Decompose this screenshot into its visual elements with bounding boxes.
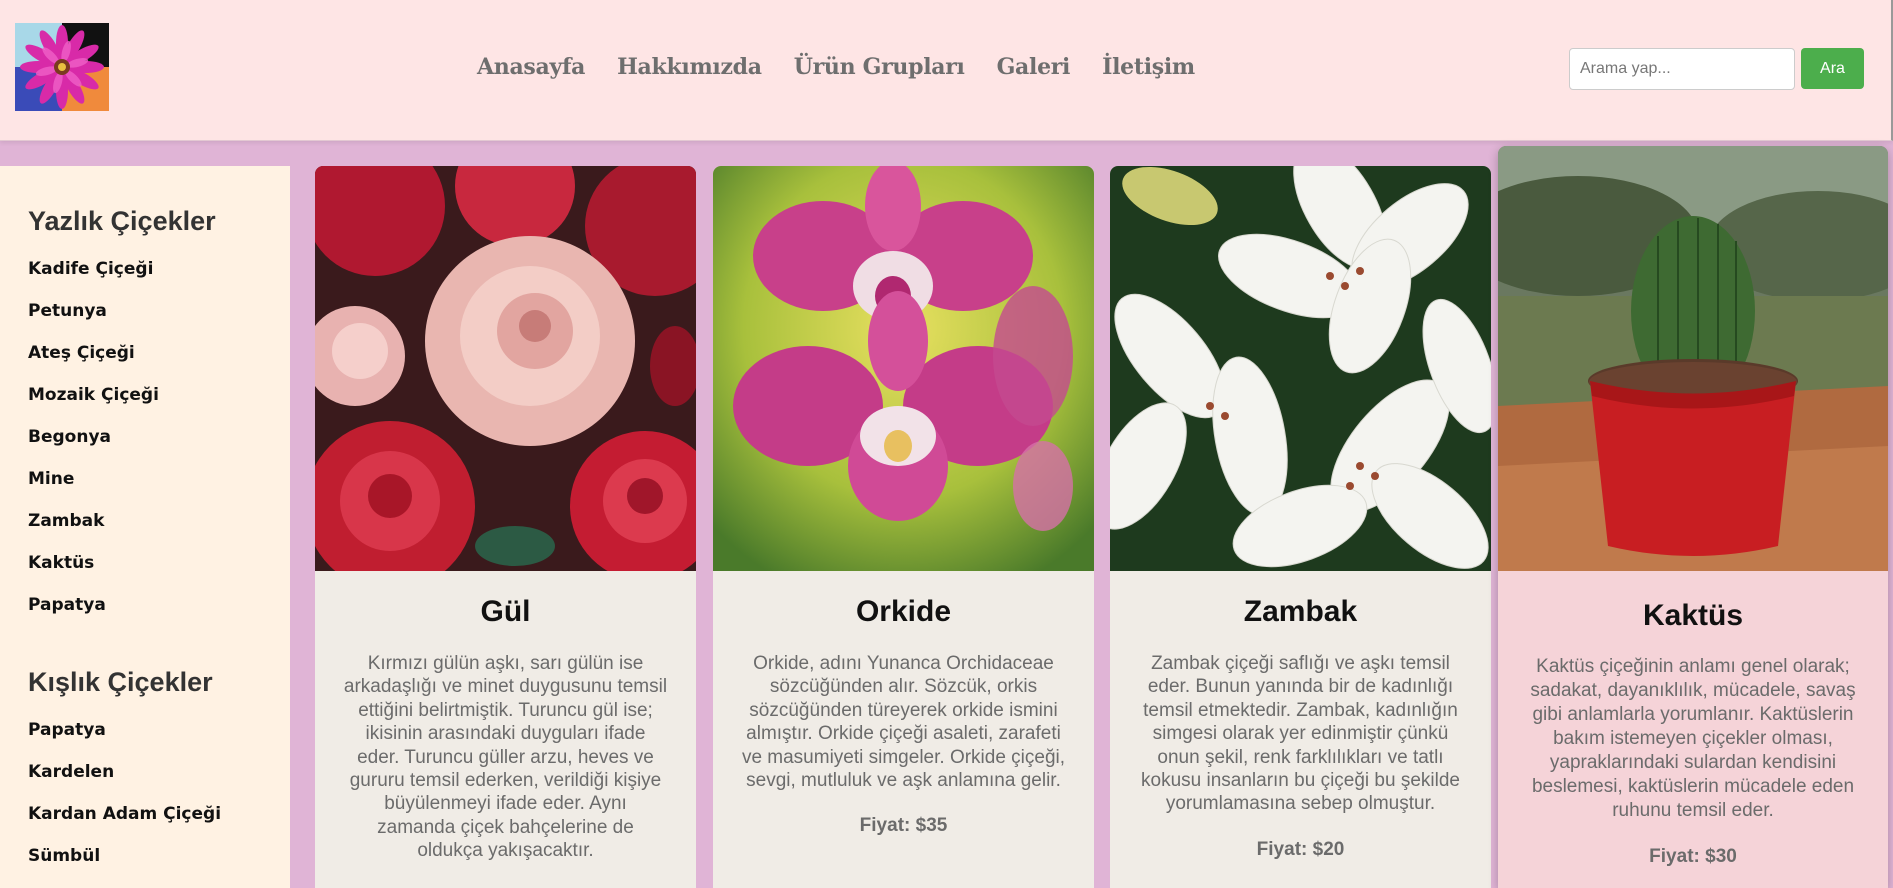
roses-image (315, 166, 696, 571)
flower-logo[interactable] (15, 23, 109, 111)
sidebar-item-kaktus[interactable]: Kaktüs (28, 553, 290, 595)
sidebar-item-kardan-adam[interactable]: Kardan Adam Çiçeği (28, 804, 290, 846)
sidebar-item-papatya[interactable]: Papatya (28, 595, 290, 637)
sidebar-item-kadife[interactable]: Kadife Çiçeği (28, 259, 290, 301)
nav-gallery[interactable]: Galeri (997, 54, 1071, 80)
winter-flowers-list: Papatya Kardelen Kardan Adam Çiçeği Sümb… (28, 720, 290, 888)
card-description: Kırmızı gülün aşkı, sarı gülün ise arkad… (343, 653, 668, 862)
card-price: Fiyat: $30 (1649, 846, 1737, 867)
product-card-orkide[interactable]: Orkide Orkide, adını Yunanca Orchidaceae… (713, 166, 1094, 888)
nav-about[interactable]: Hakkımızda (617, 54, 762, 80)
summer-flowers-title: Yazlık Çiçekler (28, 206, 216, 236)
card-title: Orkide (855, 595, 952, 628)
summer-flowers-list: Kadife Çiçeği Petunya Ateş Çiçeği Mozaik… (28, 259, 290, 637)
sidebar-item-kardelen[interactable]: Kardelen (28, 762, 290, 804)
nav-product-groups[interactable]: Ürün Grupları (794, 54, 965, 80)
sidebar: Yazlık Çiçekler Kadife Çiçeği Petunya At… (0, 166, 290, 888)
sidebar-item-papatya-winter[interactable]: Papatya (28, 720, 290, 762)
card-description: Zambak çiçeği saflığı ve aşkı temsil ede… (1141, 653, 1460, 815)
card-description: Orkide, adını Yunanca Orchidaceae sözcüğ… (741, 653, 1066, 792)
winter-flowers-title: Kışlık Çiçekler (28, 667, 213, 697)
card-title: Zambak (1243, 595, 1358, 628)
sidebar-item-sumbul[interactable]: Sümbül (28, 846, 290, 888)
lilies-image (1110, 166, 1491, 571)
sidebar-item-petunya[interactable]: Petunya (28, 301, 290, 343)
sidebar-item-mine[interactable]: Mine (28, 469, 290, 511)
nav-contact[interactable]: İletişim (1102, 54, 1195, 80)
search-input[interactable] (1569, 48, 1795, 90)
sidebar-item-ates[interactable]: Ateş Çiçeği (28, 343, 290, 385)
card-price: Fiyat: $35 (859, 815, 948, 837)
card-title: Gül (480, 595, 531, 628)
cactus-image (1498, 146, 1888, 571)
orchids-image (713, 166, 1094, 571)
product-card-gul[interactable]: Gül Kırmızı gülün aşkı, sarı gülün ise a… (315, 166, 696, 888)
search-button[interactable]: Ara (1801, 48, 1864, 89)
sidebar-item-zambak[interactable]: Zambak (28, 511, 290, 553)
card-price: Fiyat: $20 (1256, 838, 1345, 860)
sidebar-item-mozaik[interactable]: Mozaik Çiçeği (28, 385, 290, 427)
site-header: Anasayfa Hakkımızda Ürün Grupları Galeri… (0, 0, 1893, 141)
product-card-zambak[interactable]: Zambak Zambak çiçeği saflığı ve aşkı tem… (1110, 166, 1491, 888)
nav-home[interactable]: Anasayfa (477, 54, 585, 80)
card-description: Kaktüs çiçeğinin anlamı genel olarak; sa… (1530, 656, 1856, 821)
main-nav: Anasayfa Hakkımızda Ürün Grupları Galeri… (477, 54, 1195, 80)
product-card-kaktus[interactable]: Kaktüs Kaktüs çiçeğinin anlamı genel ola… (1498, 146, 1888, 888)
card-title: Kaktüs (1642, 599, 1744, 632)
sidebar-item-begonya[interactable]: Begonya (28, 427, 290, 469)
